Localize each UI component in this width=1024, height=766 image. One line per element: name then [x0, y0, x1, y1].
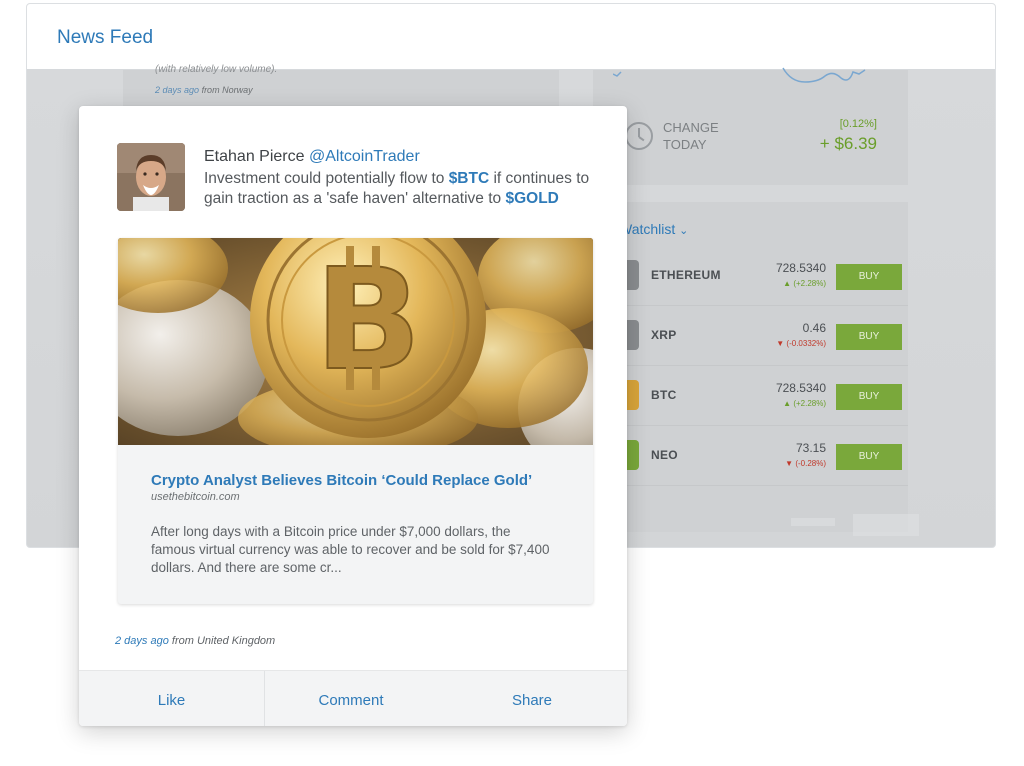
- link-title[interactable]: Crypto Analyst Believes Bitcoin ‘Could R…: [151, 472, 532, 489]
- coin-delta-value: (+2.28%): [793, 279, 826, 288]
- background-post-time[interactable]: 2 days ago: [155, 85, 199, 95]
- page-title: News Feed: [57, 27, 154, 48]
- stage: News Feed (with relatively low volume). …: [0, 0, 1024, 766]
- change-label-line2: TODAY: [663, 137, 707, 152]
- comment-button[interactable]: Comment: [265, 671, 437, 726]
- buy-button[interactable]: BUY: [836, 264, 902, 290]
- watchlist-title: Watchlist: [619, 221, 676, 237]
- coin-name: NEO: [651, 448, 678, 462]
- coin-delta-value: (-0.0332%): [786, 339, 826, 348]
- link-description: After long days with a Bitcoin price und…: [151, 524, 550, 575]
- watchlist-row-faded: [623, 514, 919, 536]
- bitcoin-coins-image: B: [118, 238, 593, 445]
- watchlist-row-xrp[interactable]: XRP 0.46 ▼ (-0.0332%) BUY: [623, 308, 908, 366]
- buy-button[interactable]: BUY: [836, 324, 902, 350]
- coin-price: 0.46: [802, 321, 826, 335]
- svg-text:B: B: [315, 239, 422, 402]
- watchlist-dropdown[interactable]: Watchlist ⌄: [619, 221, 688, 237]
- coin-price: 728.5340: [775, 381, 826, 395]
- coin-delta: ▼ (-0.0332%): [776, 339, 826, 348]
- change-label-line1: CHANGE: [663, 120, 719, 135]
- coin-price: 728.5340: [775, 261, 826, 275]
- post-location: from United Kingdom: [171, 635, 276, 647]
- coin-delta-value: (+2.28%): [793, 399, 826, 408]
- coin-price: 73.15: [795, 441, 826, 455]
- post-text-part1: Investment could potentially flow to: [204, 170, 449, 187]
- watchlist-row-btc[interactable]: BTC 728.5340 ▲ (+2.28%) BUY: [623, 368, 908, 426]
- post-time[interactable]: 2 days ago: [115, 635, 169, 647]
- cashtag-gold[interactable]: $GOLD: [505, 190, 558, 207]
- coin-name: BTC: [651, 388, 677, 402]
- post-author-line: Etahan Pierce @AltcoinTrader: [204, 148, 420, 166]
- coin-name: XRP: [651, 328, 677, 342]
- news-post-card: Etahan Pierce @AltcoinTrader Investment …: [79, 106, 627, 726]
- background-post-location: from Norway: [201, 85, 253, 95]
- author-name[interactable]: Etahan Pierce: [204, 148, 305, 165]
- author-handle[interactable]: @AltcoinTrader: [309, 148, 420, 165]
- post-meta: 2 days ago from United Kingdom: [115, 635, 275, 647]
- chevron-down-icon: ⌄: [679, 225, 689, 237]
- post-text: Investment could potentially flow to $BT…: [204, 169, 604, 209]
- buy-button[interactable]: BUY: [836, 444, 902, 470]
- coin-delta: ▼ (-0.28%): [785, 459, 826, 468]
- link-source: usethebitcoin.com: [151, 491, 240, 503]
- clock-icon: [625, 122, 653, 150]
- faded-buy-button: [853, 514, 919, 536]
- change-percent: [0.12%]: [839, 118, 877, 130]
- watchlist-row-neo[interactable]: NEO 73.15 ▼ (-0.28%) BUY: [623, 428, 908, 486]
- post-actions: Like Comment Share: [79, 670, 627, 726]
- price-sparkline: [613, 67, 866, 83]
- change-value: + $6.39: [819, 134, 877, 153]
- change-today-label: CHANGE TODAY: [663, 119, 719, 153]
- like-button[interactable]: Like: [79, 671, 265, 726]
- faded-price: [791, 518, 835, 526]
- coin-delta-value: (-0.28%): [795, 459, 826, 468]
- cashtag-btc[interactable]: $BTC: [449, 170, 489, 187]
- avatar-image: [117, 143, 185, 211]
- buy-button[interactable]: BUY: [836, 384, 902, 410]
- link-preview-card[interactable]: B Crypto Analyst Believes Bitcoin ‘Could…: [118, 238, 593, 604]
- coin-delta: ▲ (+2.28%): [783, 279, 826, 288]
- link-preview-image[interactable]: B: [118, 238, 593, 445]
- avatar[interactable]: [117, 143, 185, 211]
- watchlist-row-ethereum[interactable]: ETHEREUM 728.5340 ▲ (+2.28%) BUY: [623, 248, 908, 306]
- background-post-meta: 2 days ago from Norway: [155, 85, 253, 95]
- coin-delta: ▲ (+2.28%): [783, 399, 826, 408]
- share-button[interactable]: Share: [437, 671, 627, 726]
- coin-name: ETHEREUM: [651, 268, 721, 282]
- background-post-text: (with relatively low volume).: [155, 64, 278, 75]
